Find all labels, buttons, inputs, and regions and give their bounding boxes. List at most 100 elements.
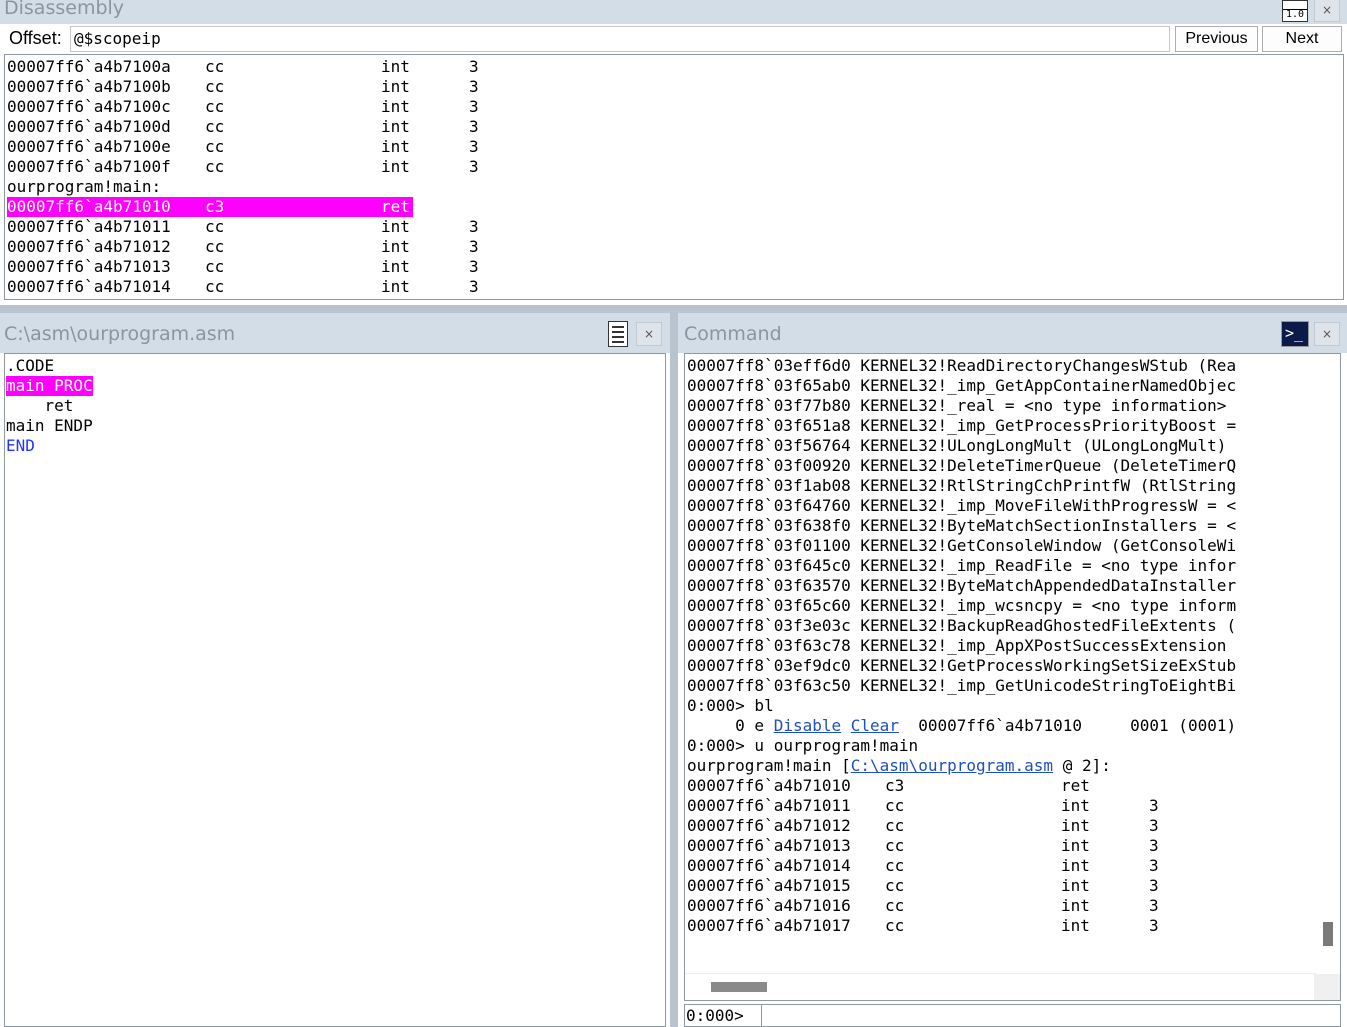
command-disasm-op: ret bbox=[1061, 776, 1090, 795]
command-disasm-line: 00007ff6`a4b71013 cc int 3 bbox=[687, 836, 1287, 856]
command-input-row: 0:000> bbox=[684, 1004, 1341, 1027]
command-disasm-arg: 3 bbox=[1149, 836, 1159, 855]
scrollbar-corner bbox=[1314, 974, 1340, 1000]
disassembly-arg: 3 bbox=[469, 117, 479, 136]
command-output[interactable]: 00007ff8`03eff6d0 KERNEL32!ReadDirectory… bbox=[684, 353, 1341, 1001]
disassembly-listing[interactable]: 00007ff6`a4b7100a cc int 3 00007ff6`a4b7100b… bbox=[4, 54, 1344, 300]
disassembly-addr: 00007ff6`a4b71011 bbox=[7, 217, 171, 236]
disassembly-addr: 00007ff6`a4b7100f bbox=[7, 157, 171, 176]
source-line: main ENDP bbox=[6, 416, 93, 435]
command-disasm-arg: 3 bbox=[1149, 876, 1159, 895]
disassembly-arg: 3 bbox=[469, 277, 479, 296]
source-line: .CODE bbox=[6, 356, 55, 375]
source-window: C:\asm\ourprogram.asm × .CODE main PROC … bbox=[0, 313, 670, 1027]
command-output-line: 00007ff8`03f77b80 KERNEL32!_real = <no t… bbox=[687, 396, 1227, 415]
source-line: END bbox=[6, 436, 35, 455]
disassembly-op: int bbox=[381, 217, 410, 236]
command-disasm-bytes: c3 bbox=[885, 776, 905, 795]
command-disasm-op: int bbox=[1061, 916, 1090, 935]
disassembly-addr: 00007ff6`a4b71014 bbox=[7, 277, 171, 296]
command-disasm-line: 00007ff6`a4b71010 c3 ret bbox=[687, 776, 1287, 796]
source-close-button[interactable]: × bbox=[636, 322, 662, 346]
disassembly-title: Disassembly bbox=[4, 0, 125, 19]
horizontal-scrollbar-thumb[interactable] bbox=[711, 982, 767, 992]
command-disasm-op: int bbox=[1061, 816, 1090, 835]
offset-input[interactable]: @$scopeip bbox=[70, 26, 1170, 52]
disassembly-arg: 3 bbox=[469, 57, 479, 76]
vertical-scrollbar[interactable] bbox=[1314, 354, 1340, 975]
document-icon[interactable] bbox=[608, 321, 628, 347]
command-disasm-line: 00007ff6`a4b71014 cc int 3 bbox=[687, 856, 1287, 876]
disassembly-op: int bbox=[381, 97, 410, 116]
disassembly-addr: 00007ff6`a4b7100e bbox=[7, 137, 171, 156]
command-disasm-addr: 00007ff6`a4b71014 bbox=[687, 856, 851, 875]
clear-breakpoint-link[interactable]: Clear bbox=[851, 716, 899, 735]
horizontal-scrollbar[interactable] bbox=[685, 973, 1316, 1000]
command-output-line: 00007ff8`03f645c0 KERNEL32!_imp_ReadFile… bbox=[687, 556, 1237, 575]
disassembly-bytes: cc bbox=[205, 137, 225, 156]
disassembly-op: int bbox=[381, 137, 410, 156]
command-disasm-addr: 00007ff6`a4b71011 bbox=[687, 796, 851, 815]
previous-button[interactable]: Previous bbox=[1175, 26, 1258, 52]
command-disasm-addr: 00007ff6`a4b71017 bbox=[687, 916, 851, 935]
disassembly-op: int bbox=[381, 237, 410, 256]
source-line: ret bbox=[6, 396, 74, 415]
command-output-line: 00007ff8`03f651a8 KERNEL32!_imp_GetProce… bbox=[687, 416, 1237, 435]
command-disasm-bytes: cc bbox=[885, 896, 905, 915]
command-disasm-op: int bbox=[1061, 876, 1090, 895]
command-disasm-bytes: cc bbox=[885, 916, 905, 935]
vertical-scrollbar-thumb[interactable] bbox=[1323, 922, 1333, 946]
command-disasm-op: int bbox=[1061, 796, 1090, 815]
horizontal-splitter[interactable] bbox=[0, 305, 1347, 313]
disassembly-op: int bbox=[381, 57, 410, 76]
command-prompt-label: 0:000> bbox=[686, 1006, 744, 1025]
command-titlebar: Command >_ × bbox=[678, 313, 1347, 353]
source-editor[interactable]: .CODE main PROC ret main ENDP END bbox=[4, 353, 666, 1027]
source-titlebar: C:\asm\ourprogram.asm × bbox=[0, 313, 670, 353]
command-output-line: 00007ff8`03ef9dc0 KERNEL32!GetProcessWor… bbox=[687, 656, 1237, 675]
offset-label: Offset: bbox=[9, 28, 62, 48]
disassembly-bytes: cc bbox=[205, 257, 225, 276]
command-disasm-op: int bbox=[1061, 856, 1090, 875]
command-input[interactable] bbox=[761, 1005, 1340, 1026]
command-disasm-line: 00007ff6`a4b71015 cc int 3 bbox=[687, 876, 1287, 896]
command-disasm-addr: 00007ff6`a4b71016 bbox=[687, 896, 851, 915]
command-disasm-addr: 00007ff6`a4b71015 bbox=[687, 876, 851, 895]
command-close-button[interactable]: × bbox=[1314, 322, 1340, 346]
disassembly-bytes: cc bbox=[205, 217, 225, 236]
disassembly-bytes: cc bbox=[205, 237, 225, 256]
disassembly-op: int bbox=[381, 77, 410, 96]
version-1-0-icon[interactable]: 1.0 bbox=[1282, 0, 1308, 22]
command-disasm-bytes: cc bbox=[885, 816, 905, 835]
command-output-line: 0:000> u ourprogram!main bbox=[687, 736, 919, 755]
command-output-line: 00007ff8`03f64760 KERNEL32!_imp_MoveFile… bbox=[687, 496, 1237, 515]
source-title: C:\asm\ourprogram.asm bbox=[4, 323, 236, 345]
command-output-line: 00007ff8`03eff6d0 KERNEL32!ReadDirectory… bbox=[687, 356, 1237, 375]
command-disasm-op: int bbox=[1061, 896, 1090, 915]
command-disasm-op: int bbox=[1061, 836, 1090, 855]
vertical-splitter[interactable] bbox=[670, 313, 678, 1027]
command-title: Command bbox=[684, 323, 782, 345]
command-output-line: 00007ff8`03f00920 KERNEL32!DeleteTimerQu… bbox=[687, 456, 1237, 475]
disable-breakpoint-link[interactable]: Disable bbox=[774, 716, 841, 735]
command-prompt-icon[interactable]: >_ bbox=[1281, 321, 1309, 347]
command-disasm-arg: 3 bbox=[1149, 896, 1159, 915]
next-button[interactable]: Next bbox=[1262, 26, 1342, 52]
command-disasm-addr: 00007ff6`a4b71012 bbox=[687, 816, 851, 835]
command-disasm-addr: 00007ff6`a4b71013 bbox=[687, 836, 851, 855]
command-output-line: 00007ff8`03f1ab08 KERNEL32!RtlStringCchP… bbox=[687, 476, 1237, 495]
disassembly-addr: 00007ff6`a4b71012 bbox=[7, 237, 171, 256]
command-output-line: 00007ff8`03f01100 KERNEL32!GetConsoleWin… bbox=[687, 536, 1237, 555]
command-disasm-bytes: cc bbox=[885, 856, 905, 875]
disassembly-arg: 3 bbox=[469, 217, 479, 236]
source-file-link[interactable]: C:\asm\ourprogram.asm bbox=[851, 756, 1053, 775]
disassembly-op: int bbox=[381, 117, 410, 136]
source-line-current: main PROC bbox=[6, 376, 93, 396]
disassembly-arg: 3 bbox=[469, 77, 479, 96]
breakpoint-line: 0 e Disable Clear 00007ff6`a4b71010 0001… bbox=[687, 716, 1236, 736]
disassembly-bytes: cc bbox=[205, 277, 225, 296]
disassembly-arg: 3 bbox=[469, 257, 479, 276]
disassembly-close-button[interactable]: × bbox=[1314, 0, 1340, 22]
disassembly-symbol-label: ourprogram!main: bbox=[7, 177, 162, 196]
disassembly-current-line[interactable]: 00007ff6`a4b71010 c3 ret bbox=[7, 197, 413, 217]
